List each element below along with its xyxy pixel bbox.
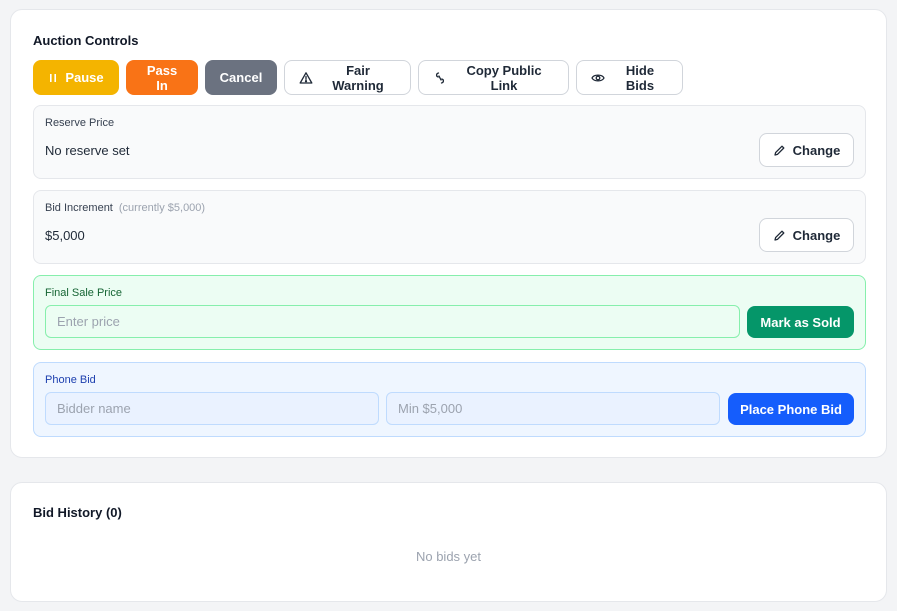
phone-bid-section: Phone Bid Place Phone Bid xyxy=(33,362,866,437)
place-phone-bid-button[interactable]: Place Phone Bid xyxy=(728,393,854,425)
cancel-button[interactable]: Cancel xyxy=(205,60,277,95)
bid-increment-note: (currently $5,000) xyxy=(118,202,206,214)
mark-as-sold-label: Mark as Sold xyxy=(760,314,841,330)
link-icon xyxy=(433,71,447,85)
bid-increment-value: $5,000 xyxy=(45,228,85,243)
phone-bid-label: Phone Bid xyxy=(45,374,96,386)
warning-triangle-icon xyxy=(299,71,313,85)
bid-history-title: Bid History (0) xyxy=(33,505,122,520)
pencil-icon xyxy=(773,144,786,157)
pass-in-label: Pass In xyxy=(146,62,178,93)
auction-action-buttons: Pause Pass In Cancel Fair Warning Copy P… xyxy=(33,60,683,95)
reserve-price-value: No reserve set xyxy=(45,143,130,158)
copy-public-link-label: Copy Public Link xyxy=(466,62,542,93)
hide-bids-label: Hide Bids xyxy=(625,62,655,93)
change-reserve-button[interactable]: Change xyxy=(759,133,854,167)
pause-label: Pause xyxy=(65,70,104,85)
bid-increment-label: Bid Increment xyxy=(45,202,113,214)
cancel-label: Cancel xyxy=(219,70,263,85)
fair-warning-button[interactable]: Fair Warning xyxy=(284,60,411,95)
hide-bids-button[interactable]: Hide Bids xyxy=(576,60,683,95)
eye-icon xyxy=(591,71,605,85)
bid-increment-section: Bid Increment (currently $5,000) $5,000 C… xyxy=(33,190,866,264)
copy-public-link-button[interactable]: Copy Public Link xyxy=(418,60,569,95)
auction-controls-card: Auction Controls Pause Pass In Cancel Fa… xyxy=(10,9,887,458)
phone-bid-amount-input[interactable] xyxy=(386,392,720,425)
reserve-price-section: Reserve Price No reserve set Change xyxy=(33,105,866,179)
pause-button[interactable]: Pause xyxy=(33,60,119,95)
change-increment-button[interactable]: Change xyxy=(759,218,854,252)
final-sale-section: Final Sale Price Mark as Sold xyxy=(33,275,866,350)
bid-increment-label-group: Bid Increment (currently $5,000) xyxy=(45,202,205,214)
fair-warning-label: Fair Warning xyxy=(332,62,384,93)
bidder-name-input[interactable] xyxy=(45,392,379,425)
reserve-price-label: Reserve Price xyxy=(45,117,115,129)
final-sale-label: Final Sale Price xyxy=(45,287,123,299)
mark-as-sold-button[interactable]: Mark as Sold xyxy=(747,306,854,338)
change-increment-label: Change xyxy=(792,227,841,243)
pencil-icon xyxy=(773,229,786,242)
bid-history-card: Bid History (0) No bids yet xyxy=(10,482,887,602)
pause-icon xyxy=(48,73,58,83)
auction-controls-title: Auction Controls xyxy=(33,33,139,48)
change-reserve-label: Change xyxy=(792,142,841,158)
bid-history-empty: No bids yet xyxy=(415,549,482,564)
final-sale-price-input[interactable] xyxy=(45,305,740,338)
pass-in-button[interactable]: Pass In xyxy=(126,60,198,95)
place-phone-bid-label: Place Phone Bid xyxy=(740,401,842,417)
